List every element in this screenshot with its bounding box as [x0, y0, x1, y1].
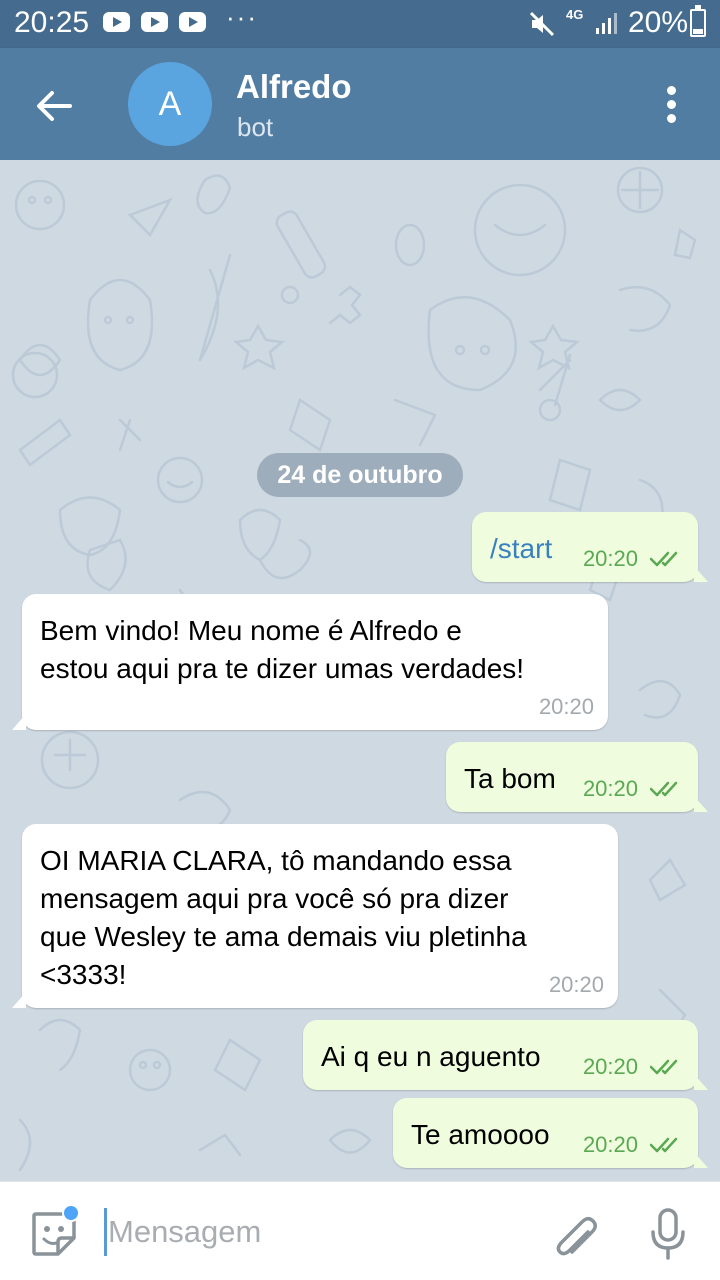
youtube-icon [179, 12, 206, 32]
back-arrow-icon[interactable] [26, 78, 82, 134]
network-type: 4G [566, 7, 584, 22]
message-text[interactable]: /start [490, 530, 552, 568]
double-check-icon [650, 1059, 678, 1075]
youtube-icon [141, 12, 168, 32]
battery-icon [690, 5, 706, 37]
date-separator: 24 de outubro [257, 453, 463, 497]
chat-header: A Alfredo bot [0, 48, 720, 160]
chat-area[interactable]: 24 de outubro /start 20:20 Bem vindo! Me… [0, 160, 720, 1181]
message-text: Te amoooo [411, 1119, 550, 1150]
status-time: 20:25 [14, 6, 90, 39]
message-input-bar [0, 1181, 720, 1280]
message-time: 20:20 [582, 776, 638, 801]
message-text: Bem vindo! Meu nome é Alfredo e estou aq… [40, 615, 525, 684]
message-text: OI MARIA CLARA, tô mandando essa mensage… [40, 845, 527, 990]
text-cursor [104, 1208, 107, 1256]
signal-icon [596, 13, 617, 34]
double-check-icon [650, 551, 678, 567]
chat-subtitle: bot [237, 112, 274, 142]
youtube-icon [103, 12, 130, 32]
more-notifications-icon: ··· [226, 2, 258, 32]
message-bubble-incoming[interactable]: OI MARIA CLARA, tô mandando essa mensage… [12, 824, 618, 1008]
status-bar: 20:25 ··· 4G 20% [0, 0, 720, 48]
message-bubble-outgoing[interactable]: Ta bom 20:20 [446, 742, 708, 812]
message-time: 20:20 [538, 694, 594, 719]
battery-percent: 20% [628, 6, 689, 39]
avatar[interactable]: A [128, 62, 212, 146]
microphone-icon[interactable] [648, 1206, 688, 1262]
message-bubble-outgoing[interactable]: Te amoooo 20:20 [393, 1098, 708, 1168]
message-time: 20:20 [582, 1132, 638, 1157]
message-time: 20:20 [548, 972, 604, 997]
message-bubble-outgoing[interactable]: /start 20:20 [472, 512, 708, 582]
message-bubble-outgoing[interactable]: Ai q eu n aguento 20:20 [303, 1020, 708, 1090]
message-text: Ta bom [464, 763, 556, 794]
more-options-icon[interactable] [656, 84, 688, 124]
message-time: 20:20 [582, 546, 638, 571]
attach-paperclip-icon[interactable] [552, 1208, 600, 1260]
new-stickers-badge [62, 1204, 80, 1222]
message-text: Ai q eu n aguento [321, 1041, 541, 1072]
double-check-icon [650, 781, 678, 797]
message-time: 20:20 [582, 1054, 638, 1079]
chat-title[interactable]: Alfredo [236, 68, 352, 106]
mute-icon [529, 11, 555, 37]
avatar-letter: A [158, 84, 182, 123]
message-input[interactable] [108, 1210, 528, 1254]
double-check-icon [650, 1137, 678, 1153]
message-bubble-incoming[interactable]: Bem vindo! Meu nome é Alfredo e estou aq… [12, 594, 608, 730]
